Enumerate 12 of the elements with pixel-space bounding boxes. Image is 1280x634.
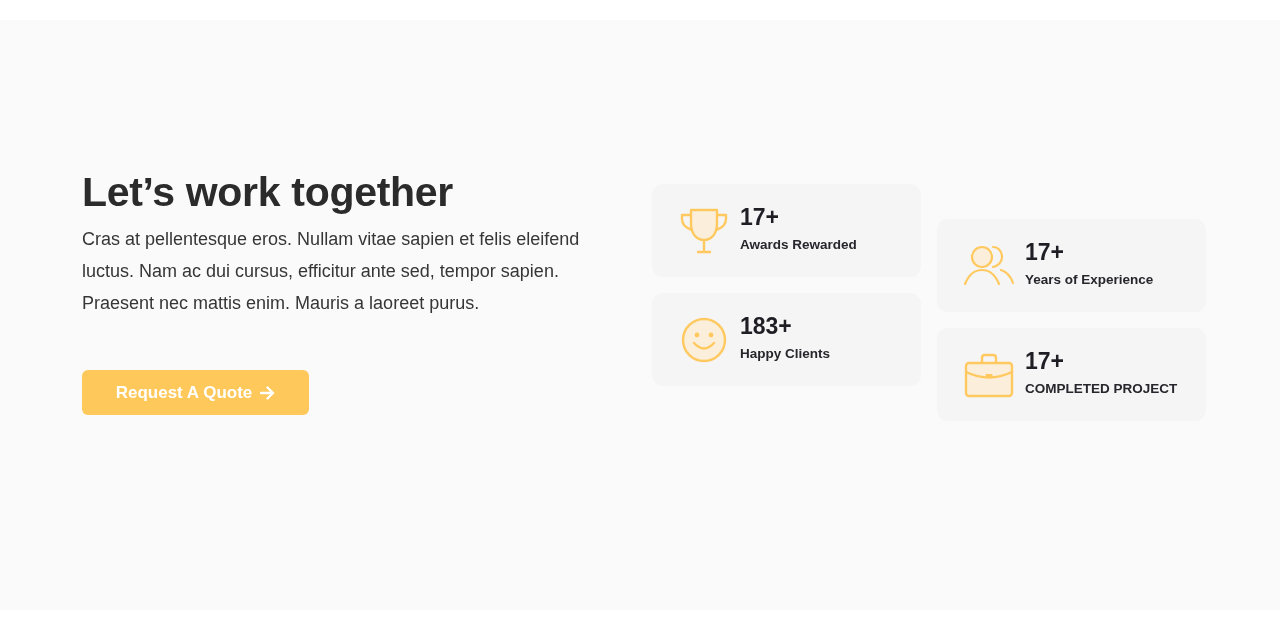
intro-paragraph: Cras at pellentesque eros. Nullam vitae sapien et felis eleifend luctus. Nam ac dui cursus, efficitur ante sed, tempor sapien. Praesent nec mattis enim. Mauris a laoreet purus.: [82, 228, 581, 315]
section-heading: Let’s work together: [82, 168, 453, 217]
stat-value: 183+: [740, 312, 793, 339]
stat-value: 17+: [1025, 347, 1065, 374]
arrow-right-icon: [260, 385, 276, 400]
stat-label: COMPLETED PROJECT: [1025, 379, 1178, 398]
stat-label: Years of Experience: [1025, 270, 1154, 289]
stat-value: 17+: [740, 203, 780, 230]
stat-label: Happy Clients: [740, 344, 831, 363]
request-quote-button[interactable]: Request A Quote: [82, 370, 309, 415]
stat-value: 17+: [1025, 238, 1065, 265]
stat-label: Awards Rewarded: [740, 235, 857, 254]
